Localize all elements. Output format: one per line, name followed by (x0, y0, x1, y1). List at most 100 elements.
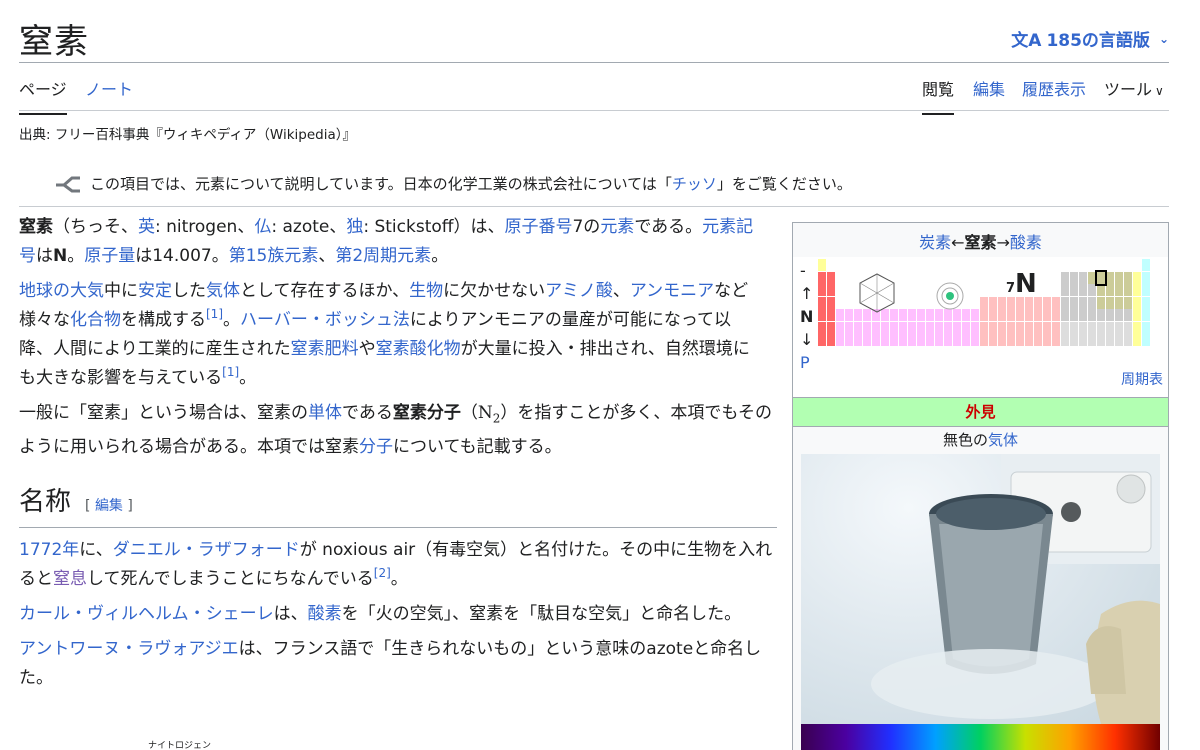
periodic-cell (836, 334, 844, 346)
link-atomic-number[interactable]: 原子番号 (504, 217, 572, 237)
periodic-cell (845, 309, 853, 321)
text: : azote、 (271, 217, 347, 237)
periodic-cell (1106, 309, 1114, 321)
link-period-2[interactable]: 第2周期元素 (335, 246, 431, 266)
text: に欠かせない (443, 281, 546, 301)
language-button[interactable]: 文A 185の言語版 ⌄ (1011, 26, 1169, 51)
liquid-nitrogen-photo[interactable] (801, 454, 1160, 724)
link-german[interactable]: 独 (346, 217, 363, 237)
periodic-cell (872, 334, 880, 346)
link-atmosphere[interactable]: 地球の大気 (19, 281, 104, 301)
text: 。 (431, 246, 449, 266)
periodic-cell (1088, 271, 1096, 284)
edit-section-link[interactable]: 編集 (95, 498, 123, 514)
periodic-cell (1115, 271, 1123, 284)
periodic-cell (827, 296, 835, 309)
hatnote-link[interactable]: チッソ (672, 175, 717, 193)
chevron-down-icon: ⌄ (1158, 31, 1169, 46)
periodic-cell (1097, 284, 1105, 296)
reference-1b[interactable]: [1] (222, 365, 239, 379)
periodic-cell (1142, 334, 1150, 346)
periodic-cell (944, 321, 952, 334)
periodic-cell (998, 309, 1006, 321)
infobox: 炭素←窒素→酸素 - ↑ N ↓ P 7N 周期表 外見 無色の気体 (792, 222, 1169, 750)
text: 7の (572, 217, 601, 237)
link-organism[interactable]: 生物 (409, 281, 443, 301)
periodic-cell (1106, 321, 1114, 334)
text: : Stickstoff）は、 (363, 217, 505, 237)
link-molecule[interactable]: 分子 (359, 437, 393, 457)
language-count: 185の言語版 (1046, 31, 1150, 51)
periodic-cell (1070, 284, 1078, 296)
link-scheele[interactable]: カール・ヴィルヘルム・シェーレ (19, 604, 274, 624)
link-compound[interactable]: 化合物 (70, 310, 121, 330)
periodic-cell (998, 296, 1006, 309)
tab-history[interactable]: 履歴表示 (1022, 76, 1086, 113)
link-haber-bosch[interactable]: ハーバー・ボッシュ法 (240, 310, 410, 330)
link-stable[interactable]: 安定 (138, 281, 172, 301)
periodic-cell (1124, 271, 1132, 284)
hatnote-text: この項目では、元素について説明しています。日本の化学工業の株式会社については「 (90, 175, 672, 193)
periodic-cell (1079, 284, 1087, 296)
link-ammonia[interactable]: アンモニア (630, 281, 714, 301)
link-group-15[interactable]: 第15族元素 (229, 246, 319, 266)
text: を「火の空気」、窒素を「駄目な空気」と命名した。 (341, 604, 742, 625)
next-element-link[interactable]: 酸素 (1010, 233, 1042, 252)
tab-tools[interactable]: ツール ∨ (1104, 76, 1164, 113)
prev-element-link[interactable]: 炭素 (919, 233, 951, 252)
tab-edit[interactable]: 編集 (973, 76, 1005, 113)
reference-1[interactable]: [1] (206, 307, 223, 321)
periodic-cell (1097, 296, 1105, 309)
periodic-cell (836, 321, 844, 334)
link-english[interactable]: 英 (138, 217, 155, 237)
intro-paragraph-3: 一般に「窒素」という場合は、窒素の単体である窒素分子（N2）を指すことが多く、本… (19, 399, 774, 462)
periodic-cell (1095, 269, 1107, 286)
section-heading-name: 名称 [ 編集 ] (19, 488, 777, 529)
periodic-cell (1025, 334, 1033, 346)
link-oxygen[interactable]: 酸素 (308, 604, 342, 624)
periodic-cell (917, 321, 925, 334)
periodic-cell (1142, 259, 1150, 271)
link-1772[interactable]: 1772年 (19, 540, 79, 560)
reference-2[interactable]: [2] (374, 566, 391, 580)
link-nitrogen-oxide[interactable]: 窒素酸化物 (376, 339, 461, 359)
periodic-cell (1133, 296, 1141, 309)
periodic-table-link[interactable]: 周期表 (1121, 369, 1163, 389)
text: 一般に「窒素」という場合は、窒素の (19, 403, 308, 423)
link-french[interactable]: 仏 (254, 217, 271, 237)
periodic-cell (1106, 284, 1114, 296)
periodic-cell (1016, 334, 1024, 346)
periodic-cell (845, 334, 853, 346)
link-element[interactable]: 元素 (600, 217, 634, 237)
link-nitrogen-fertilizer[interactable]: 窒素肥料 (291, 339, 359, 359)
link-amino-acid[interactable]: アミノ酸 (545, 281, 613, 301)
below-element-link[interactable]: P (800, 353, 810, 372)
arrow-left-icon: ← (951, 233, 965, 252)
text: （ちっそ、 (53, 217, 138, 237)
electron-shell-icon (936, 282, 964, 310)
periodic-cell (1061, 321, 1069, 334)
periodic-cell (836, 309, 844, 321)
name-paragraph-2: カール・ヴィルヘルム・シェーレは、酸素を「火の空気」、窒素を「駄目な空気」と命名… (19, 600, 769, 629)
text: 無色の (942, 431, 988, 449)
periodic-cell (1142, 271, 1150, 284)
link-gas[interactable]: 気体 (206, 281, 240, 301)
periodic-cell (899, 321, 907, 334)
periodic-cell (827, 271, 835, 284)
periodic-cell (845, 321, 853, 334)
emission-spectrum (801, 724, 1160, 750)
link-gas-infobox[interactable]: 気体 (988, 431, 1018, 449)
link-simple-substance[interactable]: 単体 (308, 403, 342, 423)
link-rutherford[interactable]: ダニエル・ラザフォード (113, 540, 300, 560)
link-atomic-weight[interactable]: 原子量 (84, 246, 135, 266)
periodic-cell (1043, 334, 1051, 346)
link-lavoisier[interactable]: アントワーヌ・ラヴォアジエ (19, 639, 239, 659)
text: 。 (390, 569, 408, 590)
periodic-cell (980, 309, 988, 321)
text: に、 (79, 540, 113, 561)
language-icon: 文A (1011, 31, 1042, 51)
tab-talk[interactable]: ノート (85, 76, 133, 113)
link-suffocation[interactable]: 窒息 (53, 569, 87, 589)
periodic-cell (1097, 321, 1105, 334)
periodic-cell (1025, 321, 1033, 334)
